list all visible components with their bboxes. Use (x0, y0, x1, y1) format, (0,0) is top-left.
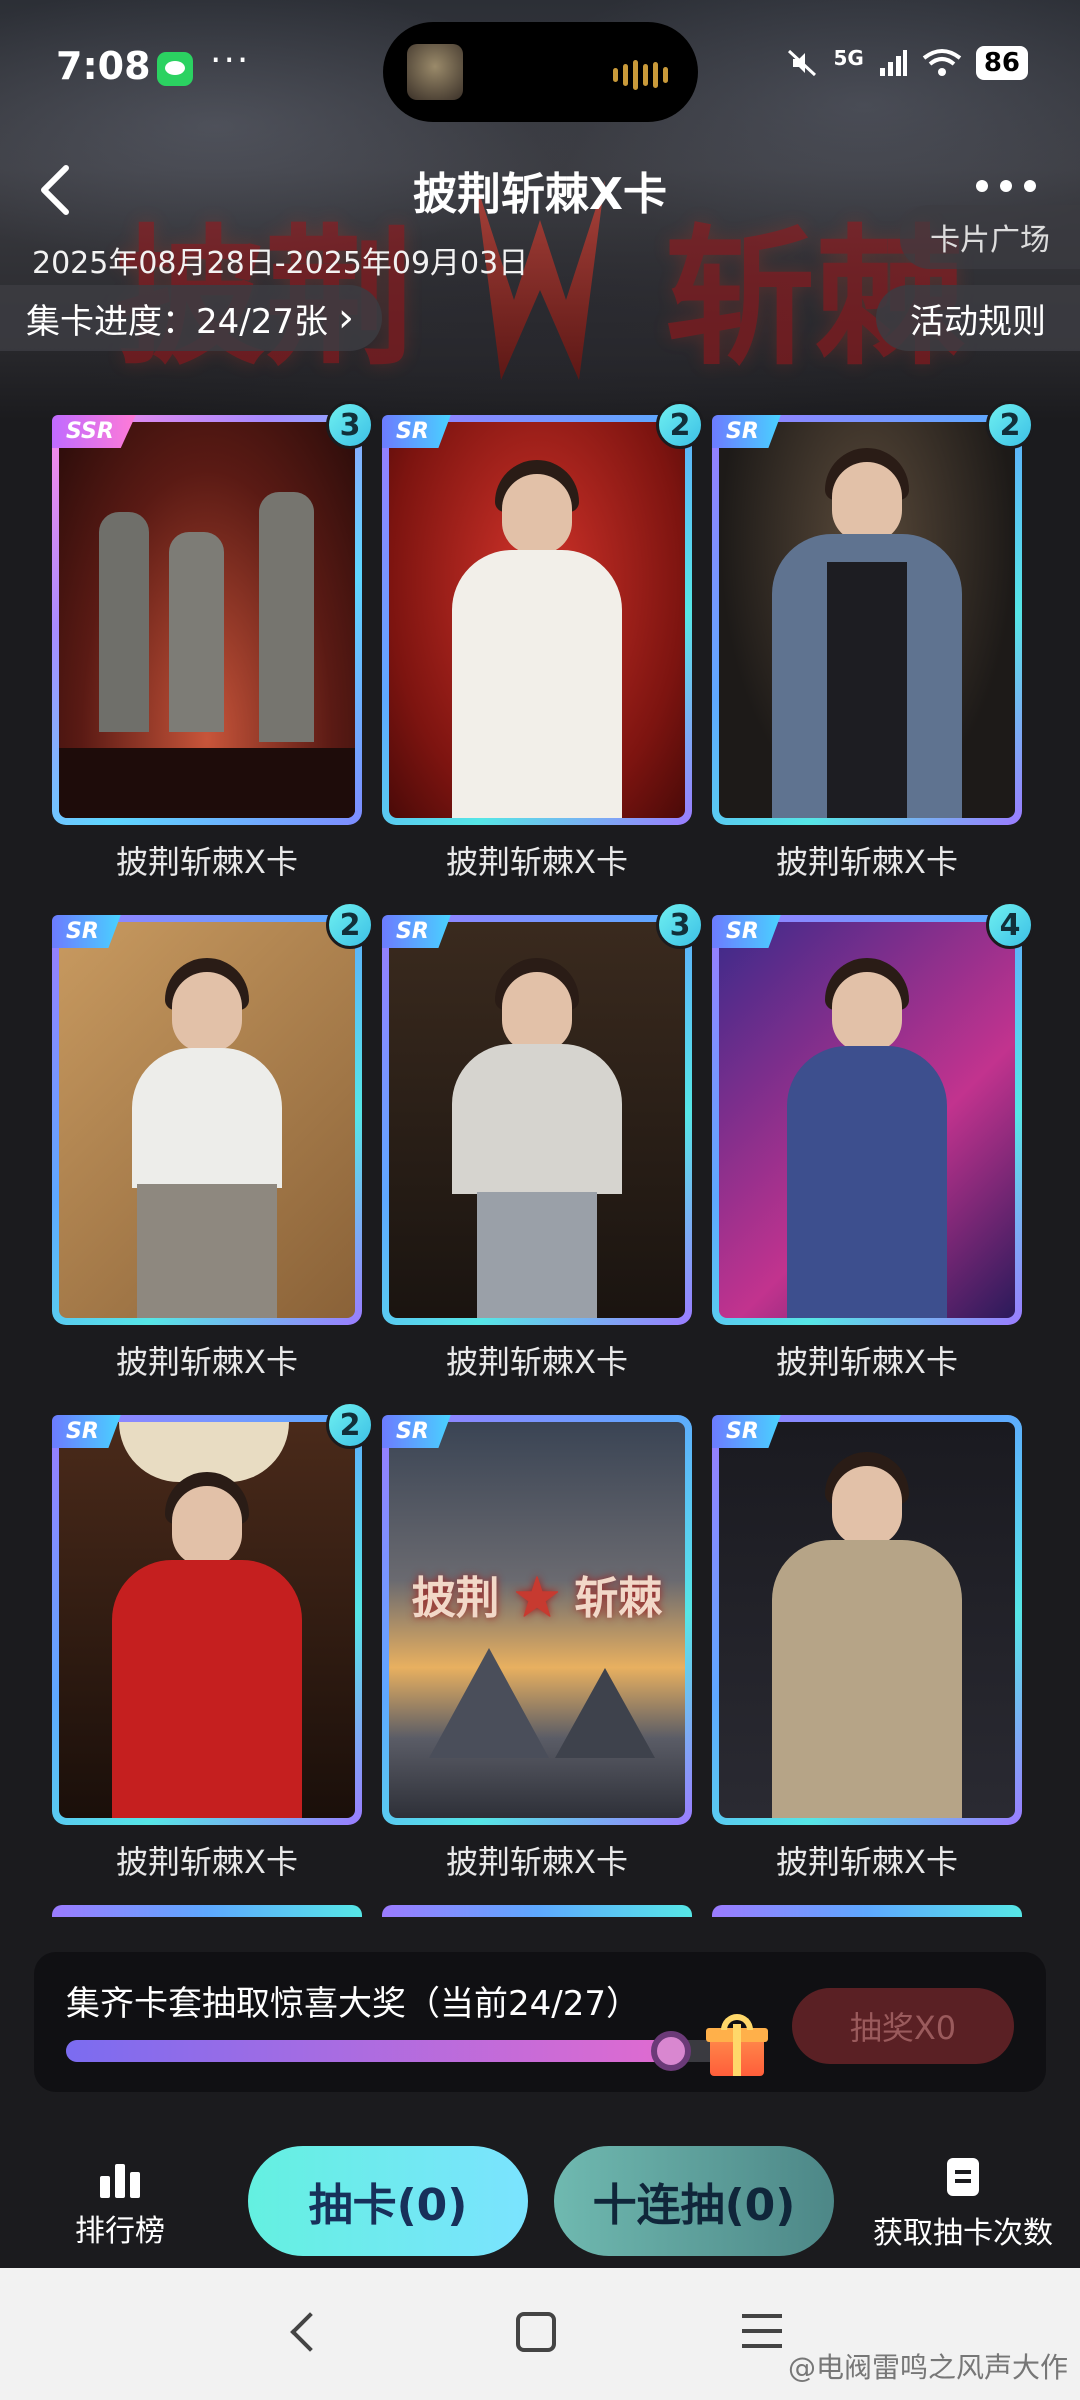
ten-draw-button[interactable]: 十连抽(0) (554, 2146, 834, 2256)
lottery-progress-bar (66, 2031, 746, 2071)
card-label: 披荆斩棘X卡 (116, 1343, 298, 1381)
card-item[interactable]: SSR 3 披荆斩棘X卡 (52, 401, 374, 883)
card-frame: SR 3 (382, 901, 704, 1325)
card-frame: SR 2 (382, 401, 704, 825)
card-frame: 披荆 ★ 斩棘 SR (382, 1415, 692, 1825)
card-item[interactable]: SR 2 披荆斩棘X卡 (382, 401, 704, 883)
wifi-icon (922, 49, 962, 76)
dynamic-island[interactable] (383, 22, 698, 122)
card-frame: SR 4 (712, 901, 1034, 1325)
next-row-peek (52, 1905, 1032, 1917)
draw-card-button[interactable]: 抽卡(0) (248, 2146, 528, 2256)
card-label: 披荆斩棘X卡 (116, 1843, 298, 1881)
battery-level: 86 (975, 46, 1028, 80)
card-frame: SR (712, 1415, 1022, 1825)
wechat-icon (157, 52, 193, 86)
system-navigation-bar: @电阀雷鸣之风声大作 (0, 2268, 1080, 2400)
leaderboard-icon (60, 2160, 180, 2198)
status-time: 7:08 (56, 44, 151, 88)
status-more-dots: ··· (210, 40, 251, 81)
nav-menu-icon[interactable] (742, 2314, 782, 2350)
card-item[interactable]: SR 3 披荆斩棘X卡 (382, 901, 704, 1383)
lottery-progress-fill (66, 2040, 671, 2062)
card-item[interactable]: 披荆 ★ 斩棘 SR 披荆斩棘X卡 (382, 1415, 692, 1883)
card-count-badge: 3 (326, 401, 374, 449)
nav-back-icon[interactable] (290, 2310, 320, 2354)
card-item[interactable]: SR 4 披荆斩棘X卡 (712, 901, 1034, 1383)
lottery-panel: 集齐卡套抽取惊喜大奖（当前24/27） 抽奖X0 (34, 1952, 1046, 2092)
audio-wave-icon (613, 60, 668, 90)
card-label: 披荆斩棘X卡 (446, 1843, 628, 1881)
card-image (719, 922, 1015, 1318)
collection-progress-button[interactable]: 集卡进度：24/27张 › (0, 285, 382, 351)
card-image (59, 922, 355, 1318)
card-image (389, 922, 685, 1318)
card-image (389, 422, 685, 818)
get-draws-label: 获取抽卡次数 (873, 2216, 1053, 2251)
card-image (719, 1422, 1015, 1818)
document-icon (947, 2158, 979, 2196)
card-image (59, 422, 355, 818)
mute-icon (788, 49, 817, 77)
card-logo-left: 披荆 (411, 1573, 500, 1624)
lottery-draw-button[interactable]: 抽奖X0 (792, 1988, 1014, 2064)
card-count-badge: 2 (656, 401, 704, 449)
card-count-badge: 4 (986, 901, 1034, 949)
gift-icon (704, 2014, 770, 2080)
card-count-badge: 2 (326, 901, 374, 949)
card-item[interactable]: SR 2 披荆斩棘X卡 (52, 901, 374, 1383)
card-frame: SR 2 (712, 401, 1034, 825)
card-logo-emblem: ★ (515, 1573, 559, 1624)
music-artwork-icon (407, 44, 463, 100)
card-image (59, 1422, 355, 1818)
get-draws-button[interactable]: 获取抽卡次数 (858, 2158, 1068, 2252)
card-logo-right: 斩棘 (574, 1573, 663, 1624)
leaderboard-label: 排行榜 (75, 2214, 165, 2249)
card-frame: SR 2 (52, 1401, 374, 1825)
leaderboard-button[interactable]: 排行榜 (60, 2160, 180, 2250)
card-count-badge: 2 (986, 401, 1034, 449)
network-type: 5G (833, 46, 864, 70)
nav-home-icon[interactable] (516, 2312, 556, 2352)
card-label: 披荆斩棘X卡 (446, 1343, 628, 1381)
card-count-badge: 2 (326, 1401, 374, 1449)
event-date-range: 2025年08月28日-2025年09月03日 (32, 246, 529, 281)
card-count-badge: 3 (656, 901, 704, 949)
status-indicators: 5G 86 (785, 46, 1028, 80)
card-label: 披荆斩棘X卡 (116, 843, 298, 881)
card-label: 披荆斩棘X卡 (776, 1843, 958, 1881)
status-bar: 7:08 ··· 5G 86 (0, 0, 1080, 140)
more-menu-icon[interactable] (974, 152, 1038, 208)
card-plaza-button[interactable]: 卡片广场 (900, 205, 1080, 269)
card-item[interactable]: SR 2 披荆斩棘X卡 (712, 401, 1034, 883)
card-image (719, 422, 1015, 818)
card-item[interactable]: SR 披荆斩棘X卡 (712, 1415, 1022, 1883)
collection-progress-label: 集卡进度：24/27张 (26, 301, 328, 342)
card-image: 披荆 ★ 斩棘 (389, 1422, 685, 1818)
activity-rules-button[interactable]: 活动规则 (876, 285, 1080, 351)
card-frame: SSR 3 (52, 401, 374, 825)
card-frame: SR 2 (52, 901, 374, 1325)
card-label: 披荆斩棘X卡 (776, 843, 958, 881)
signal-icon (879, 50, 907, 76)
card-item[interactable]: SR 2 披荆斩棘X卡 (52, 1401, 374, 1883)
card-label: 披荆斩棘X卡 (446, 843, 628, 881)
chevron-right-icon: › (337, 295, 354, 341)
watermark-text: @电阀雷鸣之风声大作 (787, 2351, 1068, 2384)
lottery-description: 集齐卡套抽取惊喜大奖（当前24/27） (66, 1984, 640, 2024)
lottery-progress-knob (650, 2031, 691, 2071)
card-label: 披荆斩棘X卡 (776, 1343, 958, 1381)
